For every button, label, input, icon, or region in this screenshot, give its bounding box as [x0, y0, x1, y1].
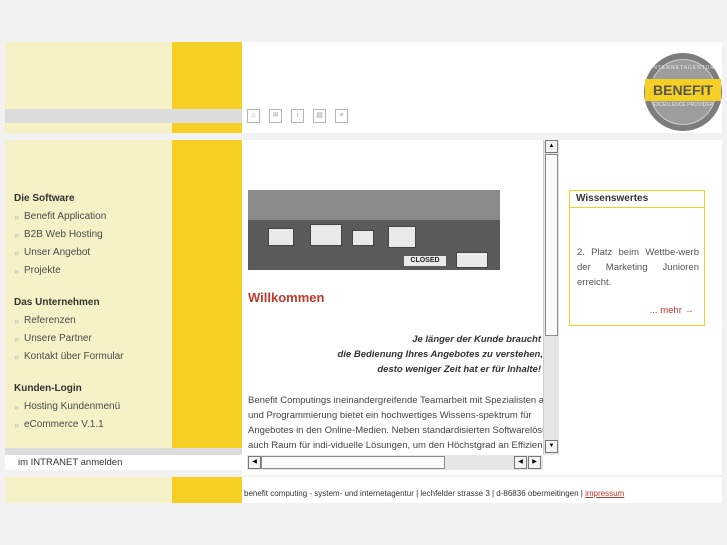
- content-frame[interactable]: CLOSED Willkommen Je länger der Kunde br…: [247, 140, 543, 455]
- scroll-left-button[interactable]: ◀: [514, 456, 527, 469]
- wissenswertes-title: Wissenswertes: [570, 191, 704, 208]
- header-yellow-lower: [172, 123, 242, 133]
- nav-item-benefit-application[interactable]: Benefit Application: [14, 210, 164, 228]
- benefit-computing-logo[interactable]: INTERNETAGENTUR BENEFIT EXCELLENCE PROVI…: [644, 53, 722, 131]
- nav-item-referenzen[interactable]: Referenzen: [14, 314, 164, 332]
- nav-heading-software: Die Software: [14, 193, 75, 204]
- photo-sign: [268, 228, 294, 246]
- horizontal-scroll-thumb[interactable]: [261, 456, 445, 469]
- nav-item-b2b-web-hosting[interactable]: B2B Web Hosting: [14, 228, 164, 246]
- header-left-panel: [5, 42, 172, 109]
- home-icon[interactable]: ⌂: [247, 109, 260, 123]
- scroll-up-button[interactable]: ▲: [545, 140, 558, 153]
- intro-line: und Programmierung bietet ein hochwertig…: [248, 410, 532, 421]
- info-icon[interactable]: i: [291, 109, 304, 123]
- print-icon[interactable]: ▤: [313, 109, 326, 123]
- document-icon[interactable]: ≡: [335, 109, 348, 123]
- photo-closed-sign: CLOSED: [404, 256, 446, 266]
- nav-heading-company: Das Unternehmen: [14, 297, 100, 308]
- more-link[interactable]: ... mehr →: [650, 305, 694, 316]
- impressum-link[interactable]: impressum: [585, 489, 624, 498]
- photo-sign: [388, 226, 416, 248]
- quote-line: desto weniger Zeit hat er für Inhalte!: [377, 364, 541, 375]
- header-yellow-column: [172, 42, 242, 109]
- nav-gap: [14, 282, 164, 296]
- intro-line: Angebotes in den Online-Medien. Neben st…: [248, 425, 543, 436]
- mail-icon[interactable]: ✉: [269, 109, 282, 123]
- nav-heading-login: Kunden-Login: [14, 383, 82, 394]
- nav-item-projekte[interactable]: Projekte: [14, 264, 164, 282]
- footer-address: benefit computing - system- und internet…: [244, 489, 586, 498]
- vertical-scrollbar[interactable]: ▲ ▼: [543, 140, 559, 455]
- nav-item-unser-angebot[interactable]: Unser Angebot: [14, 246, 164, 264]
- wissenswertes-box: Wissenswertes 2. Platz beim Wettbe-werb …: [569, 190, 705, 326]
- quote-block: Je länger der Kunde braucht die Bedienun…: [247, 332, 543, 377]
- nav-item-hosting-kundenmenu[interactable]: Hosting Kundenmenü: [14, 400, 164, 418]
- photo-top-band: [248, 190, 500, 220]
- logo-bottom-arc: EXCELLENCE PROVIDER: [652, 102, 714, 108]
- header-left-lower: [5, 123, 172, 133]
- footer-text: benefit computing - system- und internet…: [244, 488, 624, 500]
- horizontal-scrollbar[interactable]: ◀ ◀ ▶: [247, 455, 543, 470]
- intranet-login-link[interactable]: im INTRANET anmelden: [5, 455, 242, 470]
- header-grey-bar: [5, 109, 242, 123]
- vertical-scroll-thumb[interactable]: [545, 154, 558, 336]
- scroll-left-button[interactable]: ◀: [248, 456, 261, 469]
- nav-gap: [14, 368, 164, 382]
- sidebar-nav: Die Software Benefit Application B2B Web…: [14, 192, 164, 436]
- scroll-right-button[interactable]: ▶: [528, 456, 541, 469]
- nav-item-unsere-partner[interactable]: Unsere Partner: [14, 332, 164, 350]
- toolbar-icons: ⌂ ✉ i ▤ ≡: [247, 109, 348, 123]
- sidebar-grey-divider: [5, 448, 242, 455]
- footer-left-panel: [5, 477, 172, 503]
- bottom-strip: [0, 507, 727, 545]
- page-title: Willkommen: [248, 290, 325, 305]
- nav-item-ecommerce[interactable]: eCommerce V.1.1: [14, 418, 164, 436]
- quote-line: Je länger der Kunde braucht: [412, 334, 541, 345]
- photo-sign: [352, 230, 374, 246]
- header-photo: CLOSED: [248, 190, 500, 270]
- footer-yellow-column: [172, 477, 242, 503]
- top-strip: [0, 0, 727, 38]
- photo-sign: [310, 224, 342, 246]
- logo-wordmark: BENEFIT: [645, 79, 721, 101]
- scroll-down-button[interactable]: ▼: [545, 440, 558, 453]
- intro-line: Benefit Computings ineinandergreifende T…: [248, 395, 543, 406]
- photo-sign: [456, 252, 488, 268]
- sidebar-yellow-column: [172, 140, 242, 448]
- wissenswertes-text: 2. Platz beim Wettbe-werb der Marketing …: [577, 247, 699, 288]
- intro-text: Benefit Computings ineinandergreifende T…: [248, 393, 543, 453]
- logo-top-arc: INTERNETAGENTUR: [650, 65, 716, 71]
- quote-line: die Bedienung Ihres Angebotes zu versteh…: [337, 349, 543, 360]
- nav-item-kontakt[interactable]: Kontakt über Formular: [14, 350, 164, 368]
- intro-line: auch Raum für indi-viduelle Lösungen, um…: [248, 440, 543, 451]
